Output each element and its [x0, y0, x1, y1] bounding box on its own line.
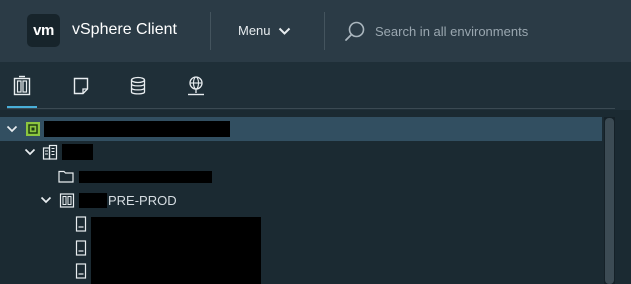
menu-label: Menu — [238, 23, 271, 38]
host-icon — [75, 216, 87, 232]
hosts-clusters-icon — [13, 75, 31, 96]
header-divider — [324, 12, 325, 50]
cluster-icon — [59, 193, 75, 208]
header-divider — [210, 12, 211, 50]
host-icon — [75, 263, 87, 279]
tab-storage[interactable] — [121, 62, 155, 110]
tree-node-folder[interactable] — [0, 164, 602, 188]
database-icon — [130, 76, 146, 95]
vcenter-icon — [26, 122, 40, 136]
tab-hosts-and-clusters[interactable] — [5, 62, 39, 110]
menu-dropdown[interactable]: Menu — [238, 22, 291, 40]
tab-networking[interactable] — [179, 62, 213, 110]
search-icon — [345, 21, 365, 41]
redacted-name — [79, 193, 107, 208]
global-search[interactable] — [344, 19, 605, 43]
tabs-divider — [7, 108, 615, 109]
datacenter-icon — [42, 144, 58, 160]
app-title: vSphere Client — [72, 21, 177, 38]
top-header: vm vSphere Client Menu — [0, 0, 631, 62]
folder-icon — [58, 170, 74, 183]
redacted-name — [79, 171, 212, 183]
vmware-logo[interactable]: vm — [27, 14, 60, 47]
redacted-name — [44, 121, 230, 137]
redacted-name — [62, 144, 93, 160]
chevron-down-icon[interactable] — [6, 123, 18, 135]
tree-scrollbar-thumb[interactable] — [605, 118, 614, 284]
navigator-tabs — [0, 62, 631, 110]
vm-templates-icon — [73, 77, 89, 95]
tree-node-vcenter[interactable] — [0, 117, 602, 141]
chevron-down-icon[interactable] — [40, 194, 52, 206]
tab-vms-and-templates[interactable] — [64, 62, 98, 110]
globe-network-icon — [188, 76, 204, 96]
redacted-host-names — [91, 217, 261, 284]
chevron-down-icon[interactable] — [24, 146, 36, 158]
tree-node-datacenter[interactable] — [0, 140, 602, 164]
tree-node-cluster[interactable]: PRE-PROD — [0, 188, 602, 212]
cluster-label: PRE-PROD — [108, 193, 177, 208]
search-input[interactable] — [375, 20, 605, 42]
host-icon — [75, 240, 87, 256]
chevron-down-icon — [278, 27, 290, 35]
